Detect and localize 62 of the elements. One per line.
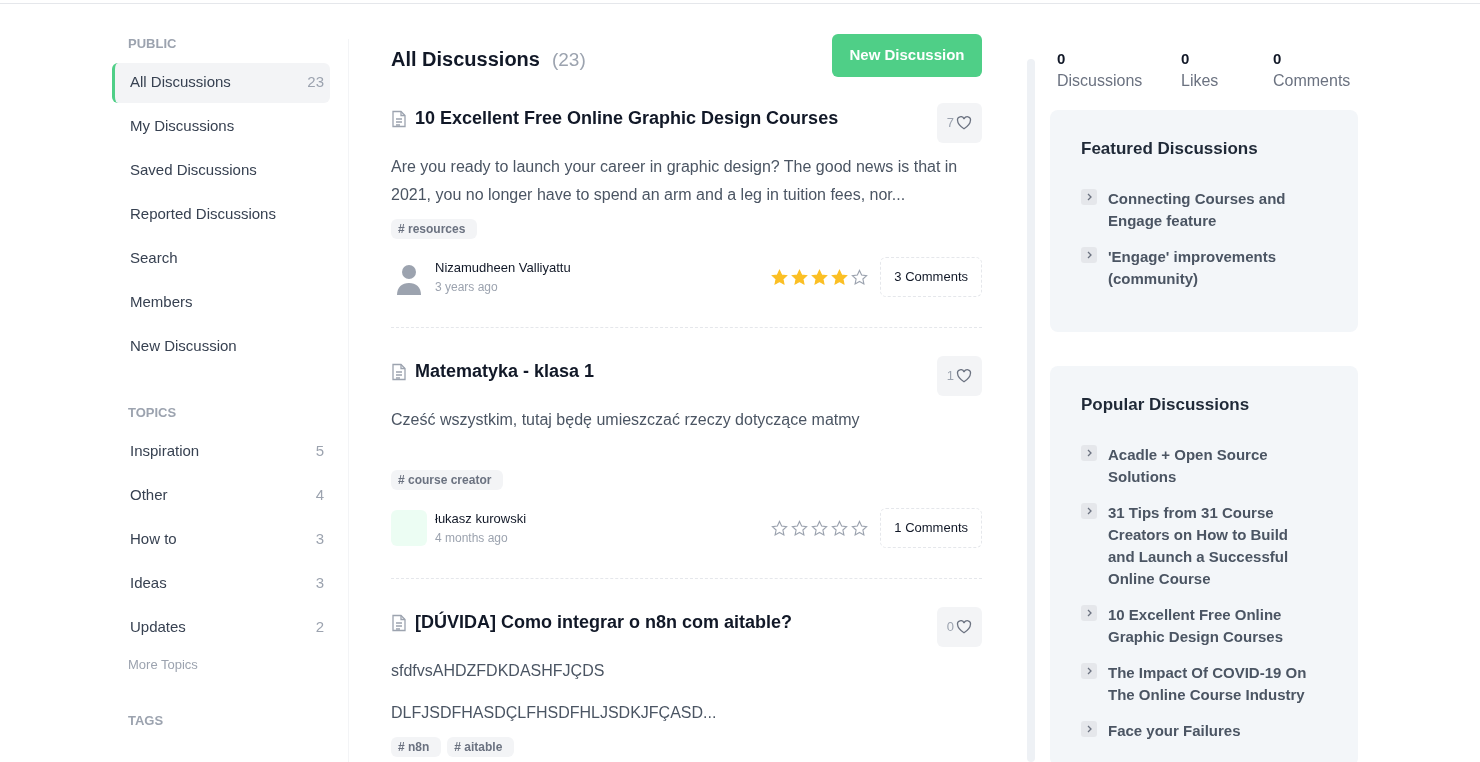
- discussion-title[interactable]: 10 Excellent Free Online Graphic Design Courses: [415, 105, 839, 132]
- discussion-excerpt: DLFJSDFHASDÇLFHSDFHLJSDKJFÇASD...: [391, 703, 718, 723]
- discussion-link[interactable]: Acadle + Open Source Solutions: [1108, 443, 1318, 488]
- sidebar-item[interactable]: Search: [112, 238, 330, 279]
- document-icon: [391, 362, 407, 381]
- chevron-icon: [1081, 662, 1097, 679]
- discussion-link[interactable]: Connecting Courses and Engage feature: [1108, 187, 1318, 232]
- sidebar-item[interactable]: Ideas 3: [112, 563, 330, 603]
- discussion-excerpt: sfdfvsAHDZFDKDASHFJÇDS: [391, 661, 606, 681]
- discussion-excerpt: Are you ready to launch your career in graphic design? The good news is that in 2021, you no longer have to spend an arm and a leg in tuition fees, nor...: [391, 157, 959, 205]
- discussion-title[interactable]: [DÚVIDA] Como integrar o n8n com aitable?: [415, 609, 793, 636]
- post-time: 3 years ago: [435, 278, 499, 296]
- panel-title: Featured Discussions: [1081, 138, 1259, 160]
- tag[interactable]: # resources: [391, 219, 478, 239]
- comments-button[interactable]: 3 Comments: [880, 257, 982, 297]
- page-title: All Discussions: [391, 47, 540, 73]
- chevron-icon: [1081, 188, 1097, 205]
- discussion-link[interactable]: 'Engage' improvements (community): [1108, 245, 1318, 290]
- document-icon: [391, 109, 407, 128]
- tag[interactable]: # aitable: [447, 737, 515, 757]
- post-time: 4 months ago: [435, 529, 509, 547]
- stat-label: Discussions: [1057, 71, 1144, 91]
- sidebar-item[interactable]: My Discussions: [112, 106, 330, 147]
- discussion-count: (23): [551, 48, 586, 73]
- chevron-icon: [1081, 246, 1097, 263]
- tag[interactable]: # course creator: [391, 470, 504, 490]
- document-icon: [391, 613, 407, 632]
- author-name: Nizamudheen Valliyattu: [435, 259, 571, 278]
- stat-value: 0: [1273, 49, 1283, 69]
- sidebar-item[interactable]: Members: [112, 282, 330, 323]
- discussion-excerpt: Cześć wszystkim, tutaj będę umieszczać rzeczy dotyczące matmy: [391, 410, 861, 430]
- sidebar-item[interactable]: Saved Discussions: [112, 150, 330, 191]
- section-heading: PUBLIC: [127, 35, 178, 53]
- discussion-link[interactable]: 10 Excellent Free Online Graphic Design Courses: [1108, 603, 1318, 648]
- stat-value: 0: [1181, 49, 1191, 69]
- comments-button[interactable]: 1 Comments: [880, 508, 982, 548]
- sidebar-item[interactable]: Other 4: [112, 475, 330, 515]
- section-heading: TOPICS: [127, 403, 178, 422]
- sidebar-item[interactable]: Reported Discussions: [112, 194, 330, 235]
- tag[interactable]: # n8n: [391, 737, 442, 757]
- chevron-icon: [1081, 604, 1097, 621]
- stat-value: 0: [1057, 49, 1067, 69]
- discussion-link[interactable]: Face your Failures: [1108, 719, 1318, 742]
- chevron-icon: [1081, 720, 1097, 737]
- discussion-title[interactable]: Matematyka - klasa 1: [415, 358, 595, 385]
- sidebar-item[interactable]: All Discussions 23: [112, 62, 330, 103]
- author-name: łukasz kurowski: [435, 510, 527, 529]
- sidebar-item[interactable]: New Discussion: [112, 326, 330, 367]
- heart-icon: [956, 620, 972, 634]
- heart-icon: [956, 116, 972, 130]
- stat-label: Likes: [1181, 71, 1220, 91]
- section-heading: TAGS: [127, 711, 165, 730]
- discussion-link[interactable]: 31 Tips from 31 Course Creators on How to Build and Launch a Successful Online Course: [1108, 501, 1318, 590]
- chevron-icon: [1081, 444, 1097, 461]
- stat-label: Comments: [1273, 71, 1351, 91]
- sidebar-item[interactable]: Updates 2: [112, 607, 330, 647]
- sidebar-item[interactable]: How to 3: [112, 519, 330, 559]
- panel-title: Popular Discussions: [1081, 394, 1251, 416]
- chevron-icon: [1081, 502, 1097, 519]
- discussion-link[interactable]: The Impact Of COVID-19 On The Online Course Industry: [1108, 661, 1318, 706]
- sidebar-item[interactable]: Inspiration 5: [112, 431, 330, 471]
- heart-icon: [956, 369, 972, 383]
